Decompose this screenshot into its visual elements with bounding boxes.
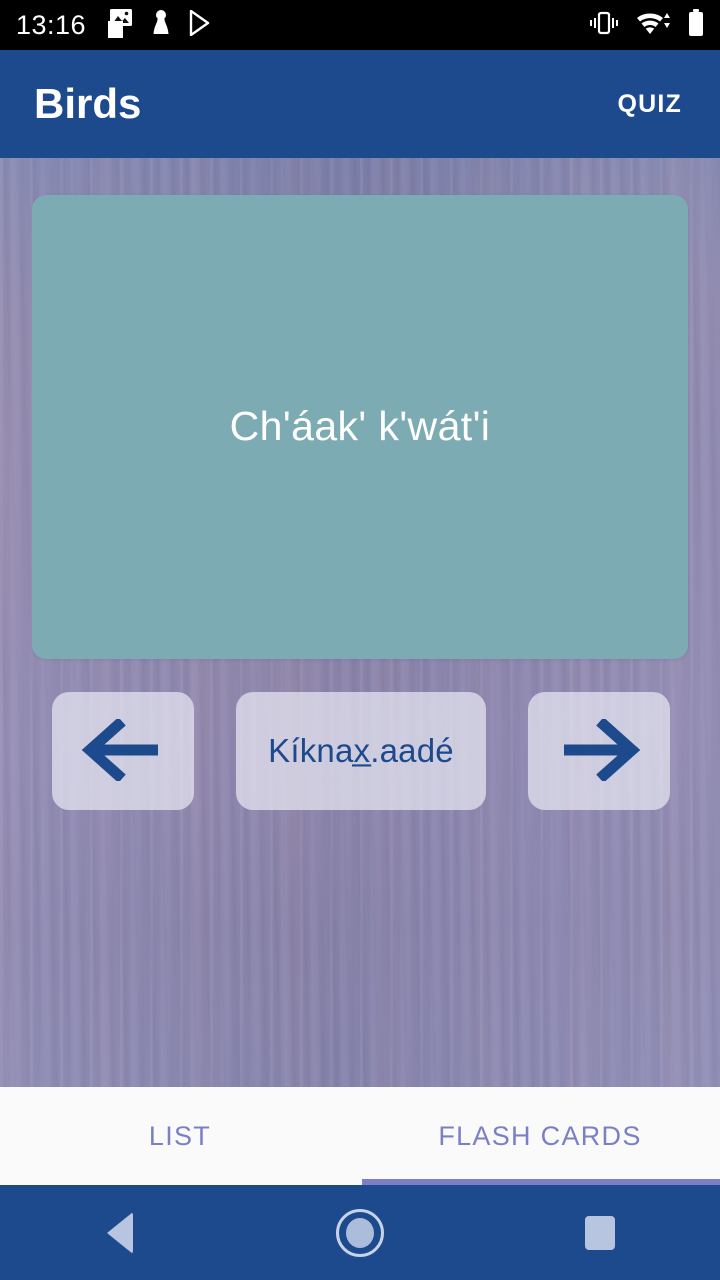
vibrate-icon <box>588 10 620 41</box>
nav-home-button[interactable] <box>240 1185 480 1280</box>
photo-icon <box>108 7 134 44</box>
flashcard-translation-label: Kíknax̲.aadé <box>268 732 454 769</box>
home-circle-icon <box>336 1208 384 1257</box>
next-card-button[interactable] <box>528 692 670 810</box>
tab-list[interactable]: LIST <box>0 1087 360 1185</box>
flashcard-controls: Kíknax̲.aadé <box>52 692 670 810</box>
home-circle-inner <box>346 1217 374 1248</box>
status-notification-icons <box>108 7 212 44</box>
flashcard-term: Ch'áak' k'wát'i <box>229 403 491 450</box>
page-title: Birds <box>34 80 142 127</box>
status-clock: 13:16 <box>16 9 87 40</box>
play-store-icon <box>188 9 212 41</box>
status-system-icons <box>588 8 704 42</box>
app-bar: Birds QUIZ <box>0 50 720 158</box>
tab-list-label: LIST <box>148 1120 212 1151</box>
status-bar: 13:16 <box>0 0 720 50</box>
phone-screen: 13:16 Birds QUIZ Ch'áak' k'wát'i Kíknax̲… <box>0 0 720 1280</box>
tab-flash-cards-label: FLASH CARDS <box>438 1120 642 1151</box>
tab-flash-cards[interactable]: FLASH CARDS <box>360 1087 720 1185</box>
battery-icon <box>688 8 704 42</box>
back-triangle-icon <box>107 1211 133 1254</box>
arrow-left-icon <box>80 716 166 784</box>
android-navigation-bar <box>0 1185 720 1280</box>
nav-recents-button[interactable] <box>480 1185 720 1280</box>
previous-card-button[interactable] <box>52 692 194 810</box>
pawn-icon <box>151 9 171 42</box>
flashcard[interactable]: Ch'áak' k'wát'i <box>32 195 688 659</box>
recents-square-icon <box>585 1215 615 1250</box>
nav-back-button[interactable] <box>0 1185 240 1280</box>
flashcard-translation-button[interactable]: Kíknax̲.aadé <box>236 692 486 810</box>
flashcard-content-area: Ch'áak' k'wát'i Kíknax̲.aadé <box>0 158 720 1087</box>
arrow-right-icon <box>556 716 642 784</box>
wifi-icon <box>635 10 673 41</box>
bottom-tab-bar: LIST FLASH CARDS <box>0 1087 720 1185</box>
quiz-button[interactable]: QUIZ <box>613 82 686 127</box>
